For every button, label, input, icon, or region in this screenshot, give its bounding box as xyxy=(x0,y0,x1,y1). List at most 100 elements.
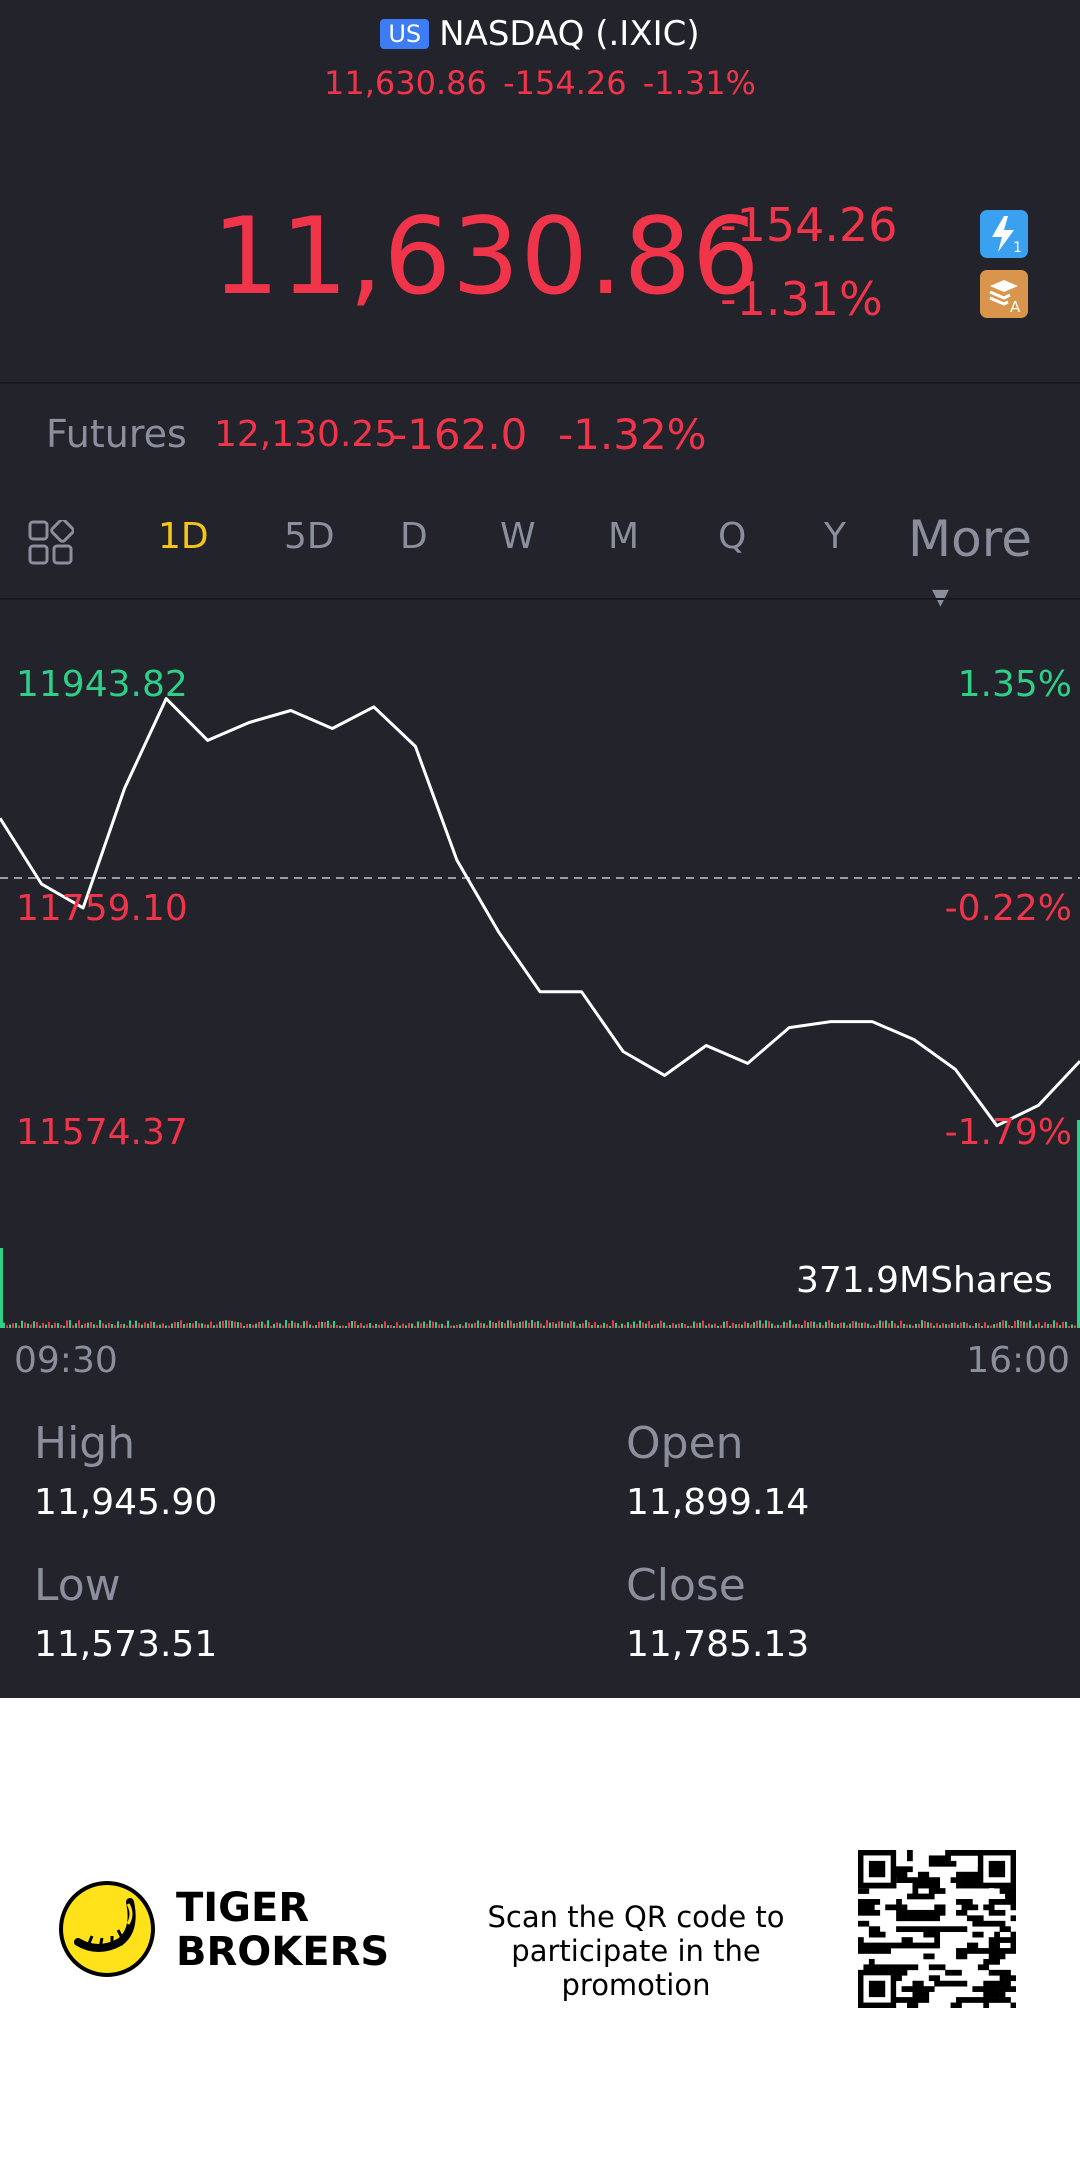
volume-bar xyxy=(351,1321,353,1328)
volume-bar xyxy=(858,1322,860,1328)
volume-bar xyxy=(54,1322,56,1328)
volume-bar xyxy=(99,1320,101,1328)
volume-bar xyxy=(498,1320,500,1328)
volume-bar xyxy=(96,1324,98,1328)
volume-bar xyxy=(855,1321,857,1328)
volume-bar xyxy=(30,1324,32,1328)
volume-bar xyxy=(234,1321,236,1328)
volume-bar xyxy=(141,1324,143,1328)
volume-bar xyxy=(210,1321,212,1328)
volume-bar xyxy=(117,1321,119,1328)
tab-1d[interactable]: 1D xyxy=(158,516,209,557)
tab-q[interactable]: Q xyxy=(718,516,746,557)
volume-bar xyxy=(198,1323,200,1328)
volume-bar xyxy=(618,1325,620,1328)
pct-label-mid: -0.22% xyxy=(944,888,1072,929)
volume-bar xyxy=(594,1321,596,1328)
volume-bar xyxy=(270,1325,272,1328)
volume-bar xyxy=(42,1323,44,1328)
volume-bar xyxy=(396,1322,398,1328)
volume-bar xyxy=(1014,1320,1016,1328)
lightning-level1-icon[interactable]: 1 xyxy=(980,210,1028,258)
tab-m[interactable]: M xyxy=(608,516,639,557)
volume-bar xyxy=(525,1320,527,1328)
stack-a-icon[interactable]: A xyxy=(980,270,1028,318)
volume-bar xyxy=(675,1324,677,1328)
promo-text: Scan the QR code to participate in the p… xyxy=(440,1900,832,2002)
volume-bar xyxy=(0,1248,3,1328)
volume-bar xyxy=(201,1323,203,1328)
promo-line-1: Scan the QR code to xyxy=(487,1900,785,1934)
time-end: 16:00 xyxy=(966,1340,1070,1381)
volume-bar xyxy=(354,1320,356,1328)
volume-bar xyxy=(225,1320,227,1328)
volume-bar xyxy=(306,1320,308,1328)
pct-label-high: 1.35% xyxy=(957,664,1072,705)
volume-bar xyxy=(453,1325,455,1328)
header-price: 11,630.86 xyxy=(324,64,487,102)
volume-bar xyxy=(561,1321,563,1328)
volume-bar xyxy=(936,1323,938,1328)
svg-text:A: A xyxy=(1010,298,1021,316)
volume-bar xyxy=(9,1324,11,1328)
volume-bar xyxy=(192,1323,194,1328)
volume-bar xyxy=(129,1320,131,1328)
open-value: 11,899.14 xyxy=(626,1482,810,1523)
volume-bar xyxy=(585,1320,587,1328)
volume-bar xyxy=(138,1323,140,1328)
volume-bar xyxy=(636,1324,638,1328)
low-label: Low xyxy=(34,1560,121,1611)
volume-bar xyxy=(795,1323,797,1328)
tab-y[interactable]: Y xyxy=(824,516,846,557)
pct-label-low: -1.79% xyxy=(944,1112,1072,1153)
volume-bar xyxy=(753,1322,755,1328)
volume-bar xyxy=(735,1324,737,1328)
volume-bar xyxy=(159,1324,161,1328)
volume-bar xyxy=(642,1322,644,1328)
volume-bar xyxy=(240,1322,242,1328)
volume-bar xyxy=(693,1321,695,1328)
volume-bar xyxy=(27,1323,29,1328)
intraday-chart[interactable] xyxy=(0,600,1080,1340)
volume-bar xyxy=(966,1323,968,1328)
volume-bar xyxy=(51,1325,53,1328)
volume-bar xyxy=(294,1322,296,1328)
qr-code-icon[interactable] xyxy=(858,1850,1016,2008)
volume-bar xyxy=(975,1323,977,1328)
volume-bar xyxy=(483,1323,485,1328)
volume-bar xyxy=(1065,1321,1067,1328)
volume-bar xyxy=(132,1324,134,1328)
volume-bar xyxy=(1008,1324,1010,1328)
volume-bar xyxy=(183,1324,185,1328)
volume-bar xyxy=(762,1323,764,1328)
volume-bar xyxy=(399,1325,401,1328)
volume-bar xyxy=(471,1323,473,1328)
volume-bar xyxy=(450,1325,452,1328)
volume-bar xyxy=(912,1325,914,1328)
tiger-logo-icon xyxy=(58,1880,156,1982)
volume-bar xyxy=(939,1325,941,1328)
volume-bar xyxy=(621,1323,623,1328)
volume-bar xyxy=(600,1324,602,1328)
volume-bar xyxy=(309,1324,311,1328)
volume-bar xyxy=(579,1323,581,1328)
grid-icon[interactable] xyxy=(28,518,75,570)
volume-bar xyxy=(729,1325,731,1328)
tab-d[interactable]: D xyxy=(400,516,428,557)
volume-bar xyxy=(312,1325,314,1328)
tab-w[interactable]: W xyxy=(500,516,536,557)
brand-name: TIGER BROKERS xyxy=(176,1886,389,1974)
volume-bar xyxy=(537,1321,539,1328)
volume-bar xyxy=(699,1322,701,1328)
volume-bar xyxy=(111,1324,113,1328)
volume-bar xyxy=(330,1324,332,1328)
brand-line-2: BROKERS xyxy=(176,1929,390,1975)
tab-5d[interactable]: 5D xyxy=(284,516,335,557)
volume-bar xyxy=(213,1325,215,1328)
volume-bar xyxy=(435,1322,437,1328)
volume-bar xyxy=(375,1323,377,1328)
volume-bar xyxy=(711,1324,713,1328)
volume-bar xyxy=(969,1325,971,1328)
volume-bar xyxy=(588,1322,590,1328)
volume-bar xyxy=(837,1323,839,1328)
